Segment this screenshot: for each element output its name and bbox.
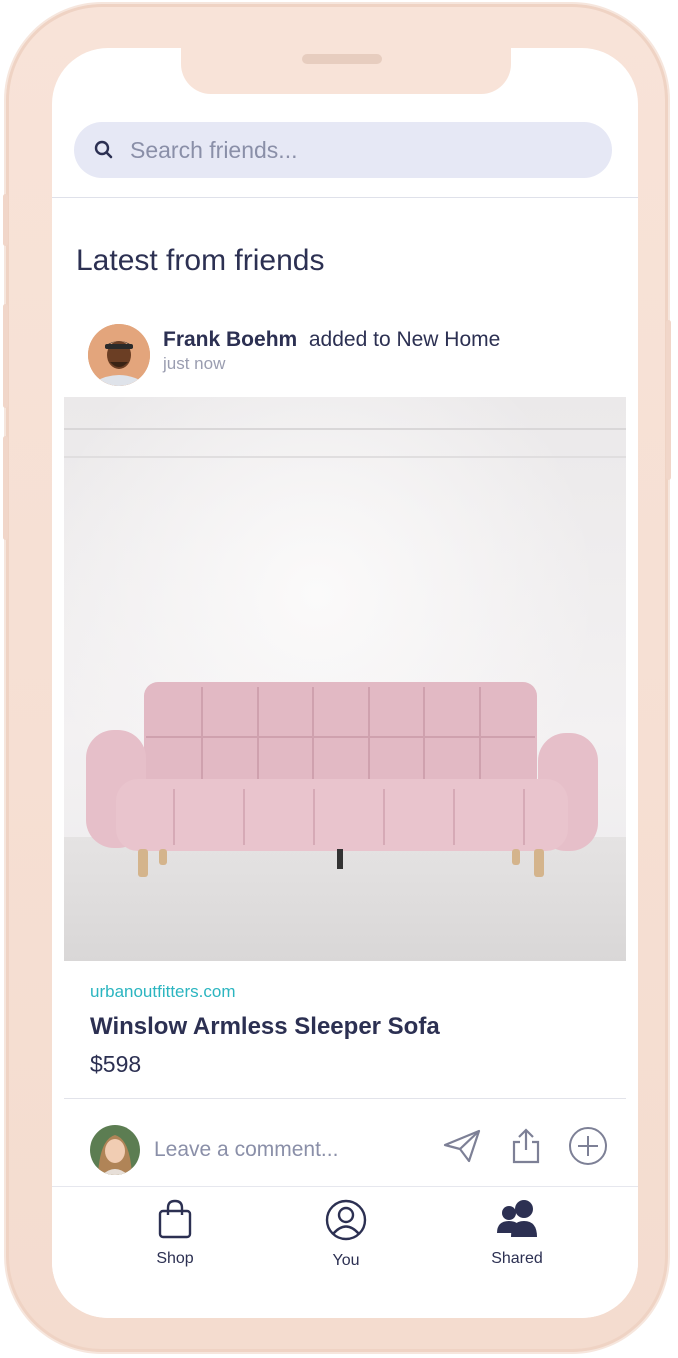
share-button[interactable] [506, 1127, 546, 1169]
plus-circle-icon [568, 1126, 608, 1171]
section-title: Latest from friends [76, 244, 325, 277]
power-button [666, 320, 671, 480]
header-divider [52, 197, 638, 198]
tab-shared[interactable]: Shared [457, 1199, 577, 1268]
app-screen: Search friends... Latest from friends Fr… [52, 48, 638, 1318]
mute-switch [3, 194, 8, 246]
send-button[interactable] [442, 1128, 482, 1168]
user-circle-icon [325, 1199, 367, 1246]
share-icon [510, 1127, 542, 1169]
comment-input[interactable]: Leave a comment... [154, 1138, 338, 1162]
tab-bar: Shop You Shared [52, 1186, 638, 1318]
tab-shared-label: Shared [491, 1250, 543, 1267]
volume-down-button [3, 436, 8, 540]
feed-card: Frank Boehm added to New Home just now u… [64, 300, 626, 1200]
add-button[interactable] [568, 1126, 608, 1171]
search-input[interactable]: Search friends... [130, 137, 297, 164]
product-price: $598 [90, 1051, 142, 1077]
card-divider [64, 1098, 626, 1099]
volume-up-button [3, 304, 8, 408]
users-icon [495, 1199, 539, 1244]
author-name[interactable]: Frank Boehm [163, 328, 297, 351]
tab-you[interactable]: You [286, 1199, 406, 1270]
speaker [302, 54, 382, 64]
search-icon [92, 138, 116, 162]
search-bar[interactable]: Search friends... [74, 122, 612, 178]
notch [181, 48, 511, 94]
product-name[interactable]: Winslow Armless Sleeper Sofa [90, 1013, 440, 1041]
tab-shop[interactable]: Shop [115, 1199, 235, 1268]
post-action: added to New Home [308, 328, 501, 351]
product-image[interactable] [64, 397, 626, 961]
paper-plane-icon [443, 1129, 481, 1168]
tab-shop-label: Shop [156, 1250, 194, 1267]
tab-you-label: You [332, 1252, 360, 1269]
user-avatar [90, 1125, 140, 1175]
post-headline: Frank Boehm added to New Home [163, 328, 500, 352]
phone-frame: Search friends... Latest from friends Fr… [3, 4, 671, 1352]
shopping-bag-icon [158, 1199, 192, 1244]
author-avatar[interactable] [88, 324, 150, 386]
post-time: just now [163, 354, 226, 373]
product-source-link[interactable]: urbanoutfitters.com [90, 982, 236, 1002]
